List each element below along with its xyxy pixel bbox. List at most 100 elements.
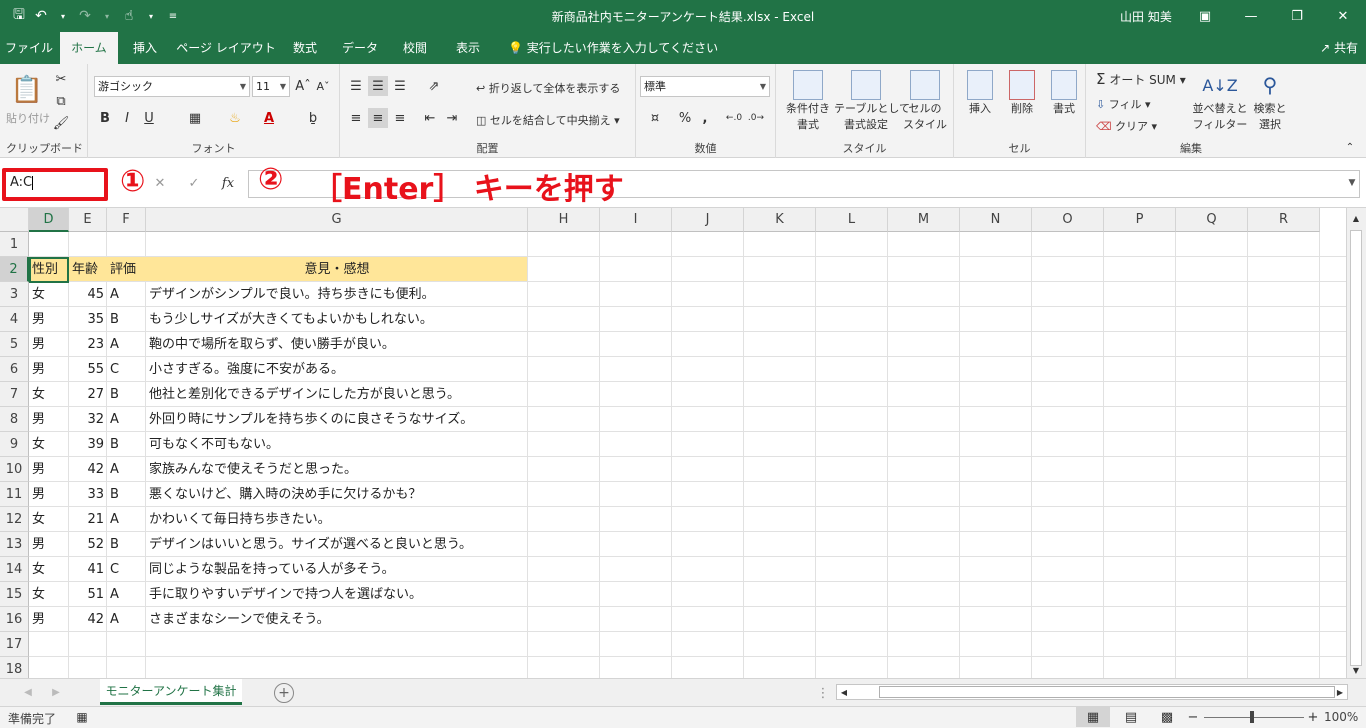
minimize-icon[interactable]: — — [1228, 0, 1274, 32]
align-center-icon[interactable]: ≡ — [368, 108, 388, 128]
cell-comment[interactable]: 小さすぎる。強度に不安がある。 — [146, 357, 528, 382]
restore-icon[interactable]: ❐ — [1274, 0, 1320, 32]
cell-age[interactable]: 51 — [69, 582, 107, 607]
cell-age[interactable]: 35 — [69, 307, 107, 332]
header-cell-rating[interactable]: 評価 — [107, 257, 146, 282]
cell-rating[interactable]: C — [107, 557, 146, 582]
scroll-left-icon[interactable]: ◀ — [837, 685, 851, 699]
header-cell-comment[interactable]: 意見・感想 — [146, 257, 528, 282]
align-right-icon[interactable]: ≡ — [390, 108, 410, 128]
row-header-17[interactable]: 17 — [0, 632, 29, 657]
scroll-down-icon[interactable]: ▼ — [1347, 662, 1365, 678]
row-header-14[interactable]: 14 — [0, 557, 29, 582]
column-header-d[interactable]: D — [29, 208, 69, 232]
cell-gender[interactable]: 男 — [29, 332, 69, 357]
cell-age[interactable]: 27 — [69, 382, 107, 407]
column-header-p[interactable]: P — [1104, 208, 1176, 232]
prev-sheet-icon[interactable]: ◀ — [20, 683, 36, 701]
align-left-icon[interactable]: ≡ — [346, 108, 366, 128]
column-header-m[interactable]: M — [888, 208, 960, 232]
row-header-2[interactable]: 2 — [0, 257, 29, 282]
column-header-h[interactable]: H — [528, 208, 600, 232]
page-layout-view-icon[interactable]: ▤ — [1116, 707, 1146, 727]
cell-age[interactable]: 33 — [69, 482, 107, 507]
bold-button[interactable]: B — [96, 108, 114, 128]
collapse-ribbon-icon[interactable]: ⌃ — [1342, 140, 1358, 154]
cell-age[interactable]: 42 — [69, 607, 107, 632]
tab-page-layout[interactable]: ページ レイアウト — [176, 32, 276, 64]
align-middle-icon[interactable]: ☰ — [368, 76, 388, 96]
vertical-scroll-thumb[interactable] — [1350, 230, 1362, 666]
tab-review[interactable]: 校閲 — [394, 32, 436, 64]
close-icon[interactable]: ✕ — [1320, 0, 1366, 32]
zoom-slider-thumb[interactable] — [1250, 711, 1254, 723]
insert-cells-button[interactable]: 挿入 — [960, 70, 1000, 116]
page-break-view-icon[interactable]: ▩ — [1152, 707, 1182, 727]
cell-gender[interactable]: 女 — [29, 582, 69, 607]
percent-button[interactable]: % — [676, 108, 694, 128]
merge-center-button[interactable]: ◫ セルを結合して中央揃え ▾ — [476, 112, 620, 128]
autosum-button[interactable]: Σ オート SUM ▾ — [1096, 70, 1186, 88]
row-header-11[interactable]: 11 — [0, 482, 29, 507]
increase-decimal-icon[interactable]: ←.0 — [724, 108, 744, 128]
cell-comment[interactable]: 手に取りやすいデザインで持つ人を選ばない。 — [146, 582, 528, 607]
macro-record-icon[interactable]: ▦ — [74, 709, 90, 725]
decrease-indent-icon[interactable]: ⇤ — [420, 108, 440, 128]
normal-view-icon[interactable]: ▦ — [1076, 707, 1110, 727]
tab-data[interactable]: データ — [334, 32, 386, 64]
cell-rating[interactable]: A — [107, 407, 146, 432]
fill-color-icon[interactable]: ♨ — [224, 108, 246, 128]
column-header-n[interactable]: N — [960, 208, 1032, 232]
cell-gender[interactable]: 男 — [29, 407, 69, 432]
row-header-1[interactable]: 1 — [0, 232, 29, 257]
cell-rating[interactable]: B — [107, 307, 146, 332]
copy-icon[interactable]: ⧉ — [52, 92, 70, 110]
tab-file[interactable]: ファイル — [0, 32, 58, 64]
row-header-12[interactable]: 12 — [0, 507, 29, 532]
conditional-format-button[interactable]: 条件付き 書式 — [782, 70, 834, 132]
cell-rating[interactable]: B — [107, 532, 146, 557]
cell-comment[interactable]: 悪くないけど、購入時の決め手に欠けるかも？ — [146, 482, 528, 507]
phonetic-icon[interactable]: ḇ — [302, 108, 324, 128]
next-sheet-icon[interactable]: ▶ — [48, 683, 64, 701]
row-header-13[interactable]: 13 — [0, 532, 29, 557]
scroll-right-icon[interactable]: ▶ — [1333, 685, 1347, 699]
row-header-16[interactable]: 16 — [0, 607, 29, 632]
name-box[interactable]: A:C — [2, 168, 108, 201]
column-header-g[interactable]: G — [146, 208, 528, 232]
underline-button[interactable]: U — [140, 108, 158, 128]
cell-rating[interactable]: A — [107, 582, 146, 607]
user-name[interactable]: 山田 知美 — [1120, 8, 1172, 25]
cell-rating[interactable]: B — [107, 382, 146, 407]
row-header-15[interactable]: 15 — [0, 582, 29, 607]
cell-rating[interactable]: A — [107, 507, 146, 532]
align-top-icon[interactable]: ☰ — [346, 76, 366, 96]
cell-gender[interactable]: 女 — [29, 507, 69, 532]
format-as-table-button[interactable]: テーブルとして 書式設定 — [834, 70, 910, 132]
tab-formulas[interactable]: 数式 — [284, 32, 326, 64]
cell-comment[interactable]: デザインはいいと思う。サイズが選べると良いと思う。 — [146, 532, 528, 557]
cell-age[interactable]: 39 — [69, 432, 107, 457]
cancel-icon[interactable]: ✕ — [150, 172, 170, 194]
cell-rating[interactable]: C — [107, 357, 146, 382]
paste-button[interactable]: 貼り付け — [6, 110, 50, 126]
scroll-up-icon[interactable]: ▲ — [1347, 210, 1365, 226]
row-header-7[interactable]: 7 — [0, 382, 29, 407]
column-header-o[interactable]: O — [1032, 208, 1104, 232]
column-header-e[interactable]: E — [69, 208, 107, 232]
cell-comment[interactable]: 鞄の中で場所を取らず、使い勝手が良い。 — [146, 332, 528, 357]
cell-comment[interactable]: 可もなく不可もない。 — [146, 432, 528, 457]
cell-gender[interactable]: 男 — [29, 607, 69, 632]
zoom-in-icon[interactable]: + — [1306, 707, 1320, 727]
cell-comment[interactable]: 同じような製品を持っている人が多そう。 — [146, 557, 528, 582]
cell-age[interactable]: 21 — [69, 507, 107, 532]
cell-age[interactable]: 32 — [69, 407, 107, 432]
horizontal-scroll-thumb[interactable] — [879, 686, 1335, 698]
currency-icon[interactable]: ¤ — [642, 108, 668, 128]
increase-font-icon[interactable]: Aˆ — [294, 76, 312, 96]
column-header-q[interactable]: Q — [1176, 208, 1248, 232]
borders-icon[interactable]: ▦ — [184, 108, 206, 128]
insert-function-icon[interactable]: fx — [218, 172, 238, 194]
cell-rating[interactable]: A — [107, 457, 146, 482]
add-sheet-icon[interactable]: + — [274, 683, 294, 703]
